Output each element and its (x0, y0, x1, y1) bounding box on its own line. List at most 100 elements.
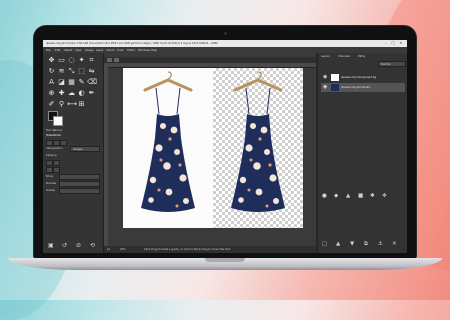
rotate-icon[interactable]: ↻ (47, 67, 56, 76)
toolbox: ✥ ▭ ◌ ✦ ⌗ ↻ ≋ ⤡ ⬚ ⇋ A ◪ ▦ ✎ ⌫ ⊕ ✚ ☁ ◐ ✒ … (43, 53, 104, 253)
preview-select[interactable] (59, 181, 100, 187)
tool-options-title: Tool Options (46, 129, 62, 132)
duplicate-icon[interactable]: ⧉ (364, 241, 368, 248)
smudge-icon[interactable]: ☁ (67, 89, 76, 98)
delete-layer-icon[interactable]: ✕ (392, 241, 397, 247)
preview-label: Preview (46, 182, 57, 185)
move-icon[interactable]: ✥ (47, 56, 56, 65)
close-button[interactable]: ✕ (398, 41, 404, 46)
dodge-icon[interactable]: ◐ (77, 89, 86, 98)
menu-image[interactable]: Image (85, 48, 93, 52)
text-icon[interactable]: A (47, 78, 56, 87)
layer-mode-select[interactable]: Normal (378, 61, 406, 67)
interpolation-select[interactable]: Images (70, 146, 100, 152)
menu-filters[interactable]: Filters (127, 48, 135, 52)
visibility-eye-icon[interactable]: ◉ (323, 74, 327, 80)
new-layer-icon[interactable]: ▢ (322, 241, 327, 247)
dress-photo-cutout (231, 71, 285, 212)
reset-icon[interactable]: ⟲ (90, 242, 95, 249)
brush-3-icon[interactable]: ▲ (346, 193, 350, 199)
guides-select[interactable] (59, 188, 100, 194)
restore-icon[interactable]: ↺ (62, 242, 67, 249)
image-tab-2[interactable] (114, 58, 119, 62)
menu-select[interactable]: Select (64, 48, 72, 52)
clipping-label: Clipping (46, 154, 57, 157)
bucket-fill-icon[interactable]: ◪ (57, 78, 66, 87)
layer-row-selected[interactable]: ◉ lipsake-img-tinmimalis (321, 83, 405, 92)
lasso-icon[interactable]: ◌ (67, 56, 76, 65)
save-icon[interactable]: ▣ (48, 242, 54, 249)
measure-icon[interactable]: ⟷ (67, 100, 77, 109)
camera (224, 32, 227, 35)
menu-view[interactable]: View (75, 48, 81, 52)
menu-help[interactable]: Help (151, 48, 157, 52)
brush-5-icon[interactable]: ✱ (370, 193, 375, 199)
laptop-notch (205, 258, 245, 262)
maximize-button[interactable]: □ (390, 41, 396, 46)
perspective-icon[interactable]: ⬚ (77, 67, 86, 76)
tab-layers[interactable]: Layers (321, 55, 330, 58)
brush-2-icon[interactable]: ◆ (334, 193, 338, 199)
zoom-icon[interactable]: ⚲ (57, 100, 66, 109)
option-toggle-2[interactable] (53, 140, 60, 146)
minimize-button[interactable]: – (383, 41, 389, 46)
path-icon[interactable]: ✒ (87, 89, 96, 98)
layer-mode-value: Normal (381, 62, 391, 66)
eraser-icon[interactable]: ⌫ (87, 78, 97, 87)
unit-selector[interactable]: px (107, 248, 110, 251)
eyedropper-icon[interactable]: ✐ (47, 100, 56, 109)
delete-icon[interactable]: ⊘ (76, 242, 81, 249)
background-color-swatch[interactable] (53, 116, 63, 126)
show-select[interactable] (59, 174, 100, 180)
gradient-icon[interactable]: ▦ (67, 78, 76, 87)
image-transparent-background (213, 68, 303, 228)
clip-option-3[interactable] (46, 167, 53, 173)
clip-option-2[interactable] (53, 160, 60, 166)
tool-options-header: Transform (46, 134, 61, 137)
fuzzy-select-icon[interactable]: ✦ (77, 56, 86, 65)
layer-thumbnail (331, 74, 339, 81)
interpolation-value: Images (73, 147, 83, 151)
menu-edit[interactable]: Edit (55, 48, 60, 52)
guides-label: Guides (46, 189, 55, 192)
rect-select-icon[interactable]: ▭ (57, 56, 66, 65)
tab-channels[interactable]: Channels (338, 55, 350, 58)
status-message: Click-Drag to draw a guide, or click to … (144, 247, 230, 251)
show-label: Show (46, 175, 53, 178)
clone-icon[interactable]: ⊕ (47, 89, 56, 98)
menu-file[interactable]: File (46, 48, 51, 52)
brush-4-icon[interactable]: ■ (358, 193, 363, 199)
flip-icon[interactable]: ⇋ (87, 67, 96, 76)
visibility-eye-icon[interactable]: ◉ (323, 84, 327, 90)
anchor-icon[interactable]: ⚓ (378, 241, 383, 247)
menu-layer[interactable]: Layer (96, 48, 104, 52)
interpolation-label: Interpolation (46, 147, 63, 150)
window-title: lipsake-img-tinmimalis-1-58-108 (Convert… (46, 41, 218, 45)
menu-colors[interactable]: Colors (106, 48, 114, 52)
screen: lipsake-img-tinmimalis-1-58-108 (Convert… (43, 40, 407, 253)
clip-option-1[interactable] (46, 160, 53, 166)
image-tab-1[interactable] (107, 58, 112, 62)
lower-icon[interactable]: ▼ (350, 241, 354, 247)
warp-icon[interactable]: ≋ (57, 67, 66, 76)
brush-1-icon[interactable]: ● (322, 193, 327, 199)
zoom-selector[interactable]: 25% (120, 248, 126, 251)
raise-icon[interactable]: ▲ (336, 241, 340, 247)
option-toggle-1[interactable] (46, 140, 53, 146)
tab-paths[interactable]: Paths (358, 55, 365, 58)
align-icon[interactable]: ⊞ (77, 100, 86, 109)
crop-icon[interactable]: ⌗ (87, 56, 96, 65)
layers-dock: Layers Channels Paths Normal ◉ lipsake-i… (317, 53, 407, 253)
layer-name: lipsake-img-transparent-bg (341, 75, 377, 79)
menu-tools[interactable]: Tools (117, 48, 124, 52)
heal-icon[interactable]: ✚ (57, 89, 66, 98)
transform-icon[interactable]: ⤡ (67, 67, 76, 76)
paintbrush-icon[interactable]: ✎ (77, 78, 86, 87)
option-toggle-3[interactable] (60, 140, 67, 146)
layer-row[interactable]: ◉ lipsake-img-transparent-bg (321, 73, 405, 82)
dress-photo-original (123, 68, 213, 228)
menu-windows[interactable]: Windows (138, 48, 150, 52)
brush-6-icon[interactable]: ❖ (382, 193, 387, 199)
clip-option-4[interactable] (53, 167, 60, 173)
vertical-ruler[interactable] (104, 67, 108, 246)
